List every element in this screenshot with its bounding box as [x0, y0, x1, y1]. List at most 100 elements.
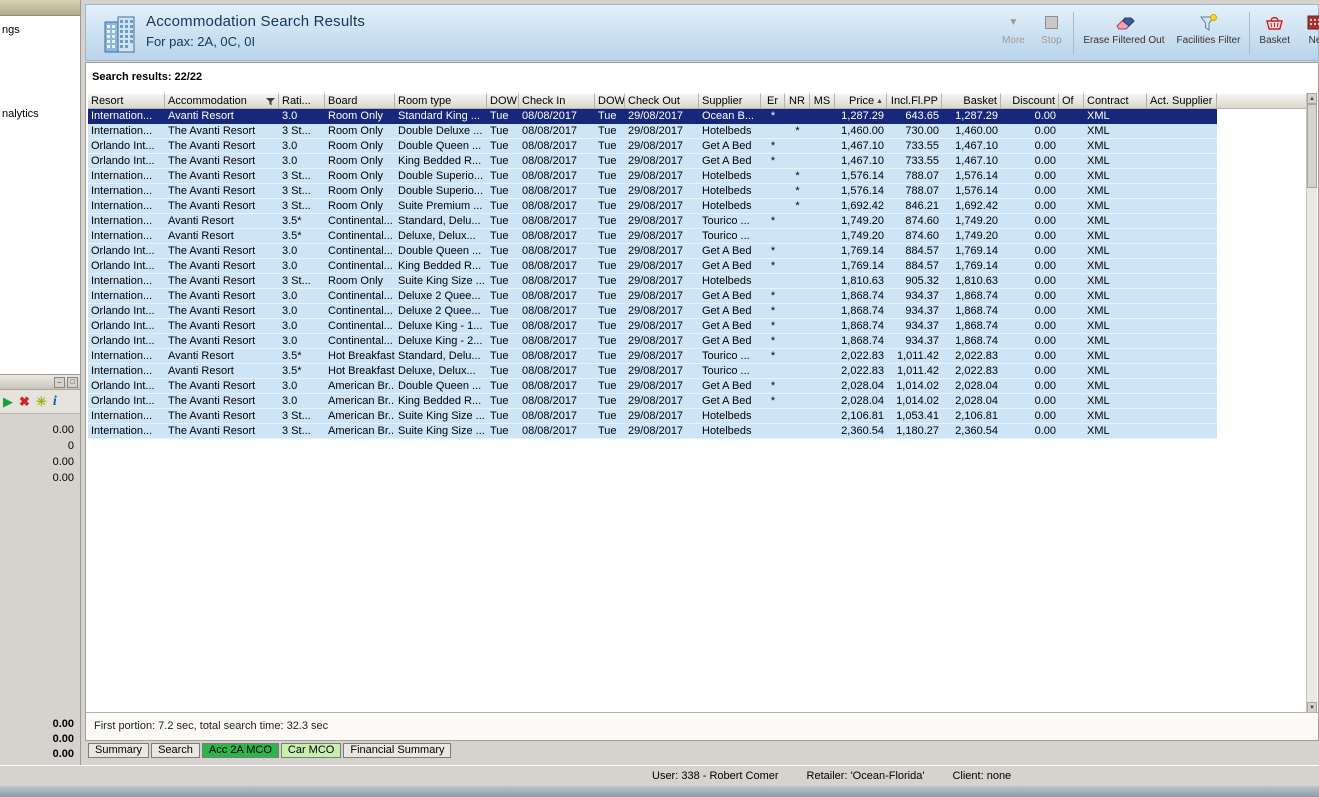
column-header-ms[interactable]: MS — [810, 93, 835, 109]
column-header-er[interactable]: Er — [761, 93, 785, 109]
go-icon[interactable]: ▶ — [3, 395, 13, 408]
cell-check_in: 08/08/2017 — [522, 110, 578, 122]
table-row[interactable]: Orlando Int... The Avanti Resort 3.0 Contin… — [88, 334, 1217, 349]
cell-ms — [810, 109, 835, 123]
table-row[interactable]: Internation... Avanti Resort 3.5* Continent… — [88, 229, 1217, 244]
column-header-check_out[interactable]: Check Out — [625, 93, 699, 109]
tab-acc-2a-mco[interactable]: Acc 2A MCO — [201, 743, 279, 758]
cell-supplier: Hotelbeds — [702, 200, 752, 212]
column-header-basket[interactable]: Basket — [942, 93, 1001, 109]
column-header-dow_out[interactable]: DOW — [595, 93, 625, 109]
cell-of — [1059, 199, 1084, 213]
more-button[interactable]: ▼ More — [994, 10, 1032, 47]
cell-er — [761, 199, 785, 213]
cell-ms — [810, 409, 835, 423]
new-icon — [1307, 10, 1319, 34]
table-row[interactable]: Orlando Int... The Avanti Resort 3.0 Room O… — [88, 139, 1217, 154]
column-header-rating[interactable]: Rati... — [279, 93, 325, 109]
cell-er: * — [770, 260, 776, 272]
new-button[interactable]: Ne — [1296, 10, 1319, 46]
column-header-of[interactable]: Of — [1059, 93, 1084, 109]
cell-accommodation: Avanti Resort — [168, 110, 234, 122]
cell-rating: 3.0 — [282, 260, 298, 272]
panel-total: 0.00 — [52, 748, 74, 760]
table-row[interactable]: Orlando Int... The Avanti Resort 3.0 Contin… — [88, 304, 1217, 319]
column-header-nr[interactable]: NR — [785, 93, 810, 109]
table-row[interactable]: Internation... The Avanti Resort 3 St... Am… — [88, 409, 1217, 424]
cell-room_type: Deluxe 2 Quee... — [398, 305, 481, 317]
cell-dow_in: Tue — [490, 335, 509, 347]
cell-discount: 0.00 — [1034, 200, 1056, 212]
cell-check_out: 29/08/2017 — [628, 260, 684, 272]
filter-funnel-icon[interactable] — [266, 97, 275, 106]
cell-of — [1059, 424, 1084, 438]
results-summary-count: 22/22 — [174, 71, 203, 83]
table-row[interactable]: Internation... The Avanti Resort 3 St... Ro… — [88, 169, 1217, 184]
cell-er: * — [770, 380, 776, 392]
cell-basket: 1,460.00 — [955, 125, 998, 137]
table-row[interactable]: Orlando Int... The Avanti Resort 3.0 Contin… — [88, 319, 1217, 334]
cell-dow_out: Tue — [598, 410, 617, 422]
scroll-up-button[interactable]: ▲ — [1307, 93, 1317, 104]
window-bottom-edge — [0, 786, 1319, 797]
cell-accommodation: Avanti Resort — [168, 230, 234, 242]
cell-dow_in: Tue — [490, 260, 509, 272]
cell-board: Room Only — [328, 200, 384, 212]
table-row[interactable]: Internation... Avanti Resort 3.0 Room Only S… — [88, 109, 1217, 124]
column-header-room_type[interactable]: Room type — [395, 93, 487, 109]
column-header-incl_fl_pp[interactable]: Incl.Fl.PP — [887, 93, 942, 109]
column-header-discount[interactable]: Discount — [1001, 93, 1059, 109]
column-header-act_supplier[interactable]: Act. Supplier — [1147, 93, 1217, 109]
sidebar-collapsed-titlebar[interactable] — [0, 0, 80, 16]
table-row[interactable]: Internation... The Avanti Resort 3.0 Contin… — [88, 289, 1217, 304]
table-row[interactable]: Internation... The Avanti Resort 3 St... Ro… — [88, 184, 1217, 199]
cell-er: * — [770, 290, 776, 302]
sidebar-item-bookings[interactable]: ngs — [2, 24, 20, 36]
table-row[interactable]: Internation... The Avanti Resort 3 St... Ro… — [88, 199, 1217, 214]
table-row[interactable]: Internation... Avanti Resort 3.5* Continent… — [88, 214, 1217, 229]
table-row[interactable]: Orlando Int... The Avanti Resort 3.0 Americ… — [88, 379, 1217, 394]
cell-dow_out: Tue — [598, 170, 617, 182]
info-icon[interactable]: i — [53, 395, 57, 409]
column-header-board[interactable]: Board — [325, 93, 395, 109]
table-row[interactable]: Orlando Int... The Avanti Resort 3.0 Contin… — [88, 259, 1217, 274]
refresh-icon[interactable]: ✳ — [36, 395, 47, 408]
table-row[interactable]: Orlando Int... The Avanti Resort 3.0 Room O… — [88, 154, 1217, 169]
tab-search[interactable]: Search — [151, 743, 200, 758]
table-row[interactable]: Orlando Int... The Avanti Resort 3.0 Americ… — [88, 394, 1217, 409]
cell-incl_fl_pp: 1,014.02 — [896, 380, 939, 392]
column-header-accommodation[interactable]: Accommodation — [165, 93, 279, 109]
panel-maximize-button[interactable]: □ — [67, 376, 78, 388]
basket-button[interactable]: Basket — [1253, 10, 1296, 46]
cell-board: American Br... — [328, 425, 395, 437]
column-header-supplier[interactable]: Supplier — [699, 93, 761, 109]
table-row[interactable]: Internation... Avanti Resort 3.5* Hot Break… — [88, 364, 1217, 379]
cell-act_supplier — [1147, 409, 1217, 423]
vertical-scrollbar[interactable]: ▲ ▼ — [1306, 93, 1317, 713]
column-header-check_in[interactable]: Check In — [519, 93, 595, 109]
clear-icon[interactable]: ✖ — [19, 395, 30, 408]
table-row[interactable]: Internation... Avanti Resort 3.5* Hot Break… — [88, 349, 1217, 364]
cell-check_in: 08/08/2017 — [522, 335, 578, 347]
tab-summary[interactable]: Summary — [88, 743, 150, 758]
cell-rating: 3.5* — [282, 230, 302, 242]
column-header-resort[interactable]: Resort — [88, 93, 165, 109]
column-header-contract[interactable]: Contract — [1084, 93, 1147, 109]
scroll-thumb[interactable] — [1307, 104, 1317, 188]
tab-car-mco[interactable]: Car MCO — [280, 743, 342, 758]
facilities-filter-button[interactable]: Facilities Filter — [1171, 10, 1247, 46]
table-row[interactable]: Internation... The Avanti Resort 3 St... Ro… — [88, 124, 1217, 139]
table-row[interactable]: Internation... The Avanti Resort 3 St... Am… — [88, 424, 1217, 439]
cell-ms — [810, 259, 835, 273]
table-row[interactable]: Orlando Int... The Avanti Resort 3.0 Contin… — [88, 244, 1217, 259]
column-header-price[interactable]: Price ▲ — [835, 93, 887, 109]
stop-button[interactable]: Stop — [1032, 10, 1070, 46]
erase-filtered-out-button[interactable]: Erase Filtered Out — [1077, 10, 1170, 46]
cell-board: Room Only — [328, 155, 384, 167]
tab-financial-summary[interactable]: Financial Summary — [343, 743, 452, 758]
cell-board: Continental... — [328, 260, 393, 272]
column-header-dow_in[interactable]: DOW — [487, 93, 519, 109]
sidebar-item-analytics[interactable]: nalytics — [2, 108, 39, 120]
table-row[interactable]: Internation... The Avanti Resort 3 St... Ro… — [88, 274, 1217, 289]
panel-minimize-button[interactable]: – — [54, 376, 65, 388]
